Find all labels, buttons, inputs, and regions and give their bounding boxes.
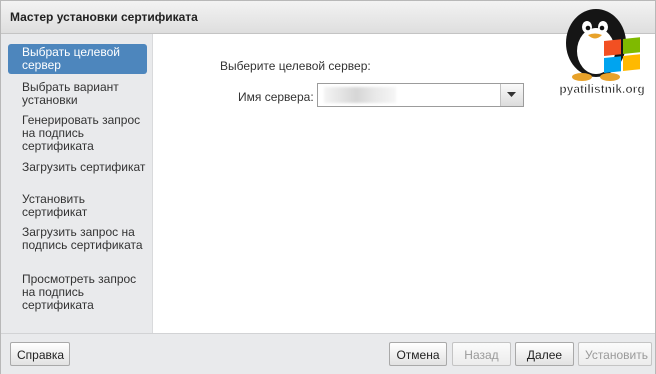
wizard-footer: Справка Отмена Назад Далее Установить bbox=[1, 333, 655, 374]
dropdown-button[interactable] bbox=[500, 84, 523, 106]
step-upload-certificate[interactable]: Загрузить сертификат bbox=[8, 159, 147, 176]
install-button[interactable]: Установить bbox=[578, 342, 652, 366]
step-generate-csr[interactable]: Генерировать запрос на подпись сертифика… bbox=[8, 112, 147, 155]
chevron-down-icon bbox=[507, 92, 516, 97]
step-select-install-option[interactable]: Выбрать вариант установки bbox=[8, 79, 147, 109]
select-server-prompt: Выберите целевой сервер: bbox=[220, 59, 371, 73]
wizard-steps-sidebar: Выбрать целевой сервер Выбрать вариант у… bbox=[1, 34, 153, 333]
back-button[interactable]: Назад bbox=[452, 342, 511, 366]
penguin-windows-logo-icon: pyatilistnik.org bbox=[559, 9, 645, 96]
step-label: Загрузить сертификат bbox=[22, 160, 146, 174]
step-install-certificate[interactable]: Установить сертификат bbox=[8, 191, 147, 221]
step-select-target-server[interactable]: Выбрать целевой сервер bbox=[8, 44, 147, 74]
step-label: Выбрать целевой сервер bbox=[22, 45, 120, 72]
step-label: Установить сертификат bbox=[22, 192, 88, 219]
step-label: Генерировать запрос на подпись сертифика… bbox=[22, 113, 141, 153]
step-label: Выбрать вариант установки bbox=[22, 80, 119, 107]
step-label: Загрузить запрос на подпись сертификата bbox=[22, 225, 143, 252]
next-button[interactable]: Далее bbox=[515, 342, 574, 366]
window-title: Мастер установки сертификата bbox=[10, 10, 198, 24]
cancel-button[interactable]: Отмена bbox=[389, 342, 447, 366]
watermark-logo: pyatilistnik.org bbox=[554, 5, 650, 105]
server-name-label: Имя сервера: bbox=[238, 90, 314, 104]
help-button[interactable]: Справка bbox=[10, 342, 70, 366]
watermark-text: pyatilistnik.org bbox=[559, 82, 644, 96]
step-upload-csr[interactable]: Загрузить запрос на подпись сертификата bbox=[8, 224, 147, 254]
certificate-install-wizard-dialog: Мастер установки сертификата Выбрать цел… bbox=[0, 0, 656, 374]
server-name-combobox[interactable] bbox=[317, 83, 524, 107]
server-name-value-redacted bbox=[324, 87, 396, 103]
step-label: Просмотреть запрос на подпись сертификат… bbox=[22, 272, 137, 312]
step-view-csr[interactable]: Просмотреть запрос на подпись сертификат… bbox=[8, 271, 147, 314]
